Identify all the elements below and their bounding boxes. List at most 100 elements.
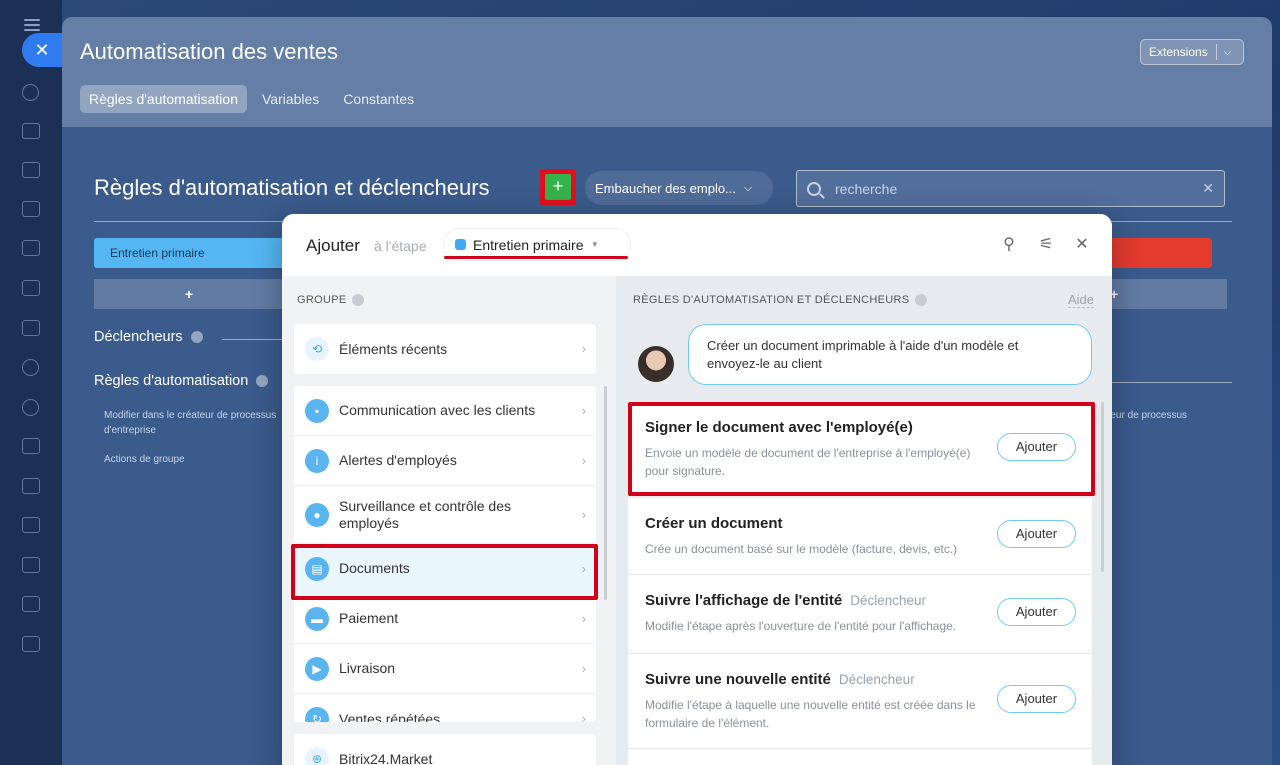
stage-header-red xyxy=(1102,238,1212,268)
rule-title: Suivre l'affichage de l'entité Déclencheu… xyxy=(645,592,926,609)
history-icon: ⟲ xyxy=(305,337,329,361)
group-label: Alertes d'employés xyxy=(339,452,457,468)
add-rule-popup: Ajouter à l'étape Entretien primaire ▾ ⚲… xyxy=(282,214,1112,765)
group-item-surveillance[interactable]: ● Surveillance et contrôle des employés … xyxy=(294,486,596,544)
add-rule-highlight: + xyxy=(540,169,576,205)
group-label: Éléments récents xyxy=(339,340,448,357)
crm-icon[interactable] xyxy=(22,280,40,296)
stage-color-dot xyxy=(455,239,466,250)
rules-section-title: Règles d'automatisation et déclencheurs xyxy=(94,175,490,200)
pipeline-selector[interactable]: Embaucher des emplo... ⌵ xyxy=(585,171,773,205)
edit-in-bp-designer-link[interactable]: Modifier dans le créateur de processus d… xyxy=(104,408,294,438)
automation-icon[interactable] xyxy=(22,399,39,416)
chevron-right-icon: › xyxy=(581,341,586,356)
search-placeholder: recherche xyxy=(835,180,898,197)
divider xyxy=(222,339,282,340)
add-rule-item-button[interactable]: Ajouter xyxy=(997,520,1076,548)
add-rule-item-button[interactable]: Ajouter xyxy=(997,685,1076,713)
clear-icon[interactable]: ✕ xyxy=(1202,180,1214,197)
group-item-payment[interactable]: ▬ Paiement › xyxy=(294,594,596,644)
add-rule-item-button[interactable]: Ajouter xyxy=(997,598,1076,626)
market-card: ⊕ Bitrix24.Market xyxy=(294,734,596,765)
edit-in-bp-designer-link-right[interactable]: ateur de processus xyxy=(1102,408,1187,423)
divider xyxy=(1102,382,1232,383)
group-item-alerts[interactable]: i Alertes d'employés › xyxy=(294,436,596,486)
info-icon: i xyxy=(305,448,329,473)
checklist-icon[interactable] xyxy=(22,478,40,494)
filter-icon[interactable] xyxy=(22,517,40,533)
close-icon[interactable]: ✕ xyxy=(1073,236,1091,254)
add-in-stage-button[interactable]: + xyxy=(94,279,284,309)
rule-card: Créer un document Crée un document basé … xyxy=(628,498,1092,574)
popup-header: Ajouter à l'étape Entretien primaire ▾ ⚲… xyxy=(282,214,1112,276)
documents-icon[interactable] xyxy=(22,240,40,256)
tab-constants[interactable]: Constantes xyxy=(334,85,423,113)
activity-icon[interactable] xyxy=(22,84,39,101)
popup-title: Ajouter xyxy=(306,236,360,255)
analytics-icon[interactable] xyxy=(22,636,40,652)
left-sidebar xyxy=(0,0,62,765)
help-icon[interactable] xyxy=(190,331,203,343)
help-icon[interactable] xyxy=(915,294,928,306)
mail-icon[interactable] xyxy=(22,320,40,336)
rule-description: Crée un document basé sur le modèle (fac… xyxy=(645,542,958,556)
group-item-market[interactable]: ⊕ Bitrix24.Market xyxy=(294,734,596,765)
market-icon: ⊕ xyxy=(305,747,329,765)
search-icon[interactable]: ⚲ xyxy=(1000,236,1018,254)
documents-highlight xyxy=(291,544,598,600)
calendar-icon[interactable] xyxy=(22,201,40,217)
tab-automation-rules[interactable]: Règles d'automatisation xyxy=(80,85,247,113)
chat-icon[interactable] xyxy=(22,123,40,139)
close-slider-button[interactable]: ✕ xyxy=(22,33,62,67)
users-icon: ● xyxy=(305,502,329,527)
sites-icon[interactable] xyxy=(22,438,40,454)
rules-label: Règles d'automatisation xyxy=(94,373,249,389)
sign-document-highlight xyxy=(628,402,1095,496)
stage-highlight-underline xyxy=(444,256,628,259)
trigger-tag: Déclencheur xyxy=(838,672,915,687)
group-item-repeat-sales[interactable]: ↻ Ventes répétées › xyxy=(294,694,596,722)
tasks-icon[interactable] xyxy=(22,162,40,178)
scrollbar[interactable] xyxy=(604,386,607,600)
group-label: Communication avec les clients xyxy=(339,402,536,418)
chevron-down-icon: ▾ xyxy=(592,239,598,249)
help-icon[interactable] xyxy=(256,375,269,387)
rule-description: Modifie l'étape à laquelle une nouvelle … xyxy=(645,698,976,730)
triggers-label: Déclencheurs xyxy=(94,329,183,345)
rules-header-label: RÈGLES D'AUTOMATISATION ET DÉCLENCHEURS xyxy=(633,294,910,306)
help-link[interactable]: Aide xyxy=(1067,292,1094,308)
search-icon xyxy=(807,181,821,196)
rules-header: RÈGLES D'AUTOMATISATION ET DÉCLENCHEURS xyxy=(633,294,928,306)
rule-title-text: Suivre une nouvelle entité xyxy=(645,671,831,688)
rule-card-partial xyxy=(628,749,1092,765)
hint-bubble: Créer un document imprimable à l'aide d'… xyxy=(688,324,1092,385)
menu-icon[interactable] xyxy=(24,19,40,31)
scrollbar[interactable] xyxy=(1101,402,1104,572)
triggers-heading: Déclencheurs xyxy=(94,329,203,345)
chevron-right-icon: › xyxy=(581,711,586,722)
group-item-delivery[interactable]: ▶ Livraison › xyxy=(294,644,596,694)
search-field[interactable]: recherche ✕ xyxy=(796,170,1225,207)
add-rule-button[interactable]: + xyxy=(545,174,571,200)
add-in-stage-button-right[interactable]: + xyxy=(1102,279,1227,309)
users-icon[interactable] xyxy=(22,359,39,376)
settings-sliders-icon[interactable]: ⚟ xyxy=(1037,236,1055,254)
group-label: Ventes répétées xyxy=(339,710,441,723)
cart-icon[interactable] xyxy=(22,596,40,612)
group-label: Surveillance et contrôle des employés xyxy=(339,497,511,531)
group-column: GROUPE ⟲ Éléments récents › ▪ Communicat… xyxy=(282,276,616,765)
rule-card: Suivre une nouvelle entité Déclencheur Mo… xyxy=(628,654,1092,748)
help-icon[interactable] xyxy=(352,294,365,306)
group-item-recent[interactable]: ⟲ Éléments récents › xyxy=(294,324,596,374)
extensions-button[interactable]: Extensions ⌵ xyxy=(1140,39,1244,65)
divider xyxy=(1215,44,1217,60)
rules-heading: Règles d'automatisation xyxy=(94,373,269,389)
group-item-communication[interactable]: ▪ Communication avec les clients › xyxy=(294,386,596,436)
box-icon[interactable] xyxy=(22,557,40,573)
chat-icon: ▪ xyxy=(305,398,329,423)
group-actions-link[interactable]: Actions de groupe xyxy=(104,452,185,467)
tab-variables[interactable]: Variables xyxy=(253,85,328,113)
page-title: Automatisation des ventes xyxy=(80,39,339,64)
popup-subtitle: à l'étape xyxy=(374,238,427,254)
rules-column: RÈGLES D'AUTOMATISATION ET DÉCLENCHEURS … xyxy=(616,276,1112,765)
